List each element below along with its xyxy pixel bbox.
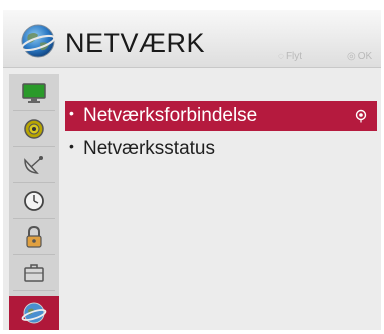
hint-move: ◌ Flyt [278,51,302,63]
options-briefcase-icon [24,264,44,282]
audio-speaker-icon [24,119,44,139]
category-sidebar [9,74,59,330]
hint-move-label: Flyt [285,51,303,62]
enter-indicator-icon [355,109,367,123]
network-globe-icon [20,24,56,58]
menu-item-label: Netværksstatus [83,138,215,159]
tv-frame: NETVÆRK ◌ Flyt ◎ OK • Netværksforbindels… [0,0,384,334]
menu-item-network-status[interactable]: • Netværksstatus [65,134,377,164]
sidebar-item-time[interactable] [9,184,59,218]
sidebar-item-channels[interactable] [9,148,59,182]
sidebar-item-lock[interactable] [9,220,59,254]
satellite-dish-icon [24,156,43,174]
hint-ok: ◎ OK [347,51,372,63]
hint-ok-label: OK [357,51,373,62]
sidebar-item-audio[interactable] [9,112,59,146]
menu-item-label: Netværksforbindelse [83,105,258,126]
menu-content: • Netværksforbindelse • Netværksstatus [59,74,381,330]
menu-header: NETVÆRK ◌ Flyt ◎ OK [3,10,381,68]
network-globe-icon [21,302,47,324]
osd-screen: NETVÆRK ◌ Flyt ◎ OK • Netværksforbindels… [3,10,381,330]
clock-icon [24,191,44,211]
sidebar-item-options[interactable] [9,256,59,290]
page-title: NETVÆRK [65,28,206,58]
sidebar-item-network[interactable] [9,296,59,330]
sidebar-item-picture[interactable] [9,76,59,110]
menu-item-network-connection[interactable]: • Netværksforbindelse [65,101,377,131]
lock-icon [26,225,42,248]
picture-monitor-icon [22,83,46,103]
navigation-arrows-icon: ◌ [278,51,284,62]
ok-button-icon: ◎ [347,51,356,62]
